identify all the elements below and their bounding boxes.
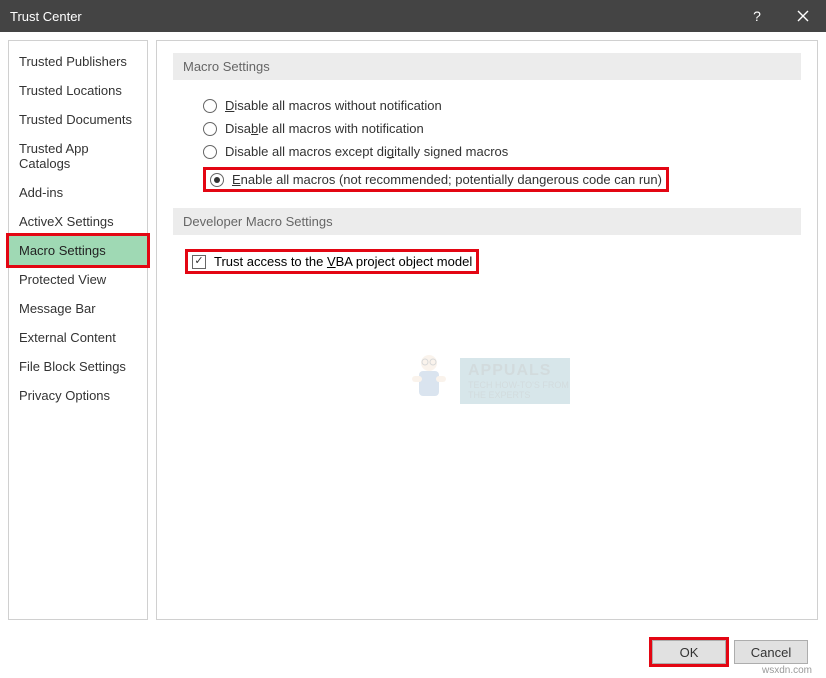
sidebar-item-activex-settings[interactable]: ActiveX Settings (9, 207, 147, 236)
content-pane: Macro Settings Disable all macros withou… (156, 40, 818, 620)
close-button[interactable] (780, 0, 826, 32)
sidebar-item-trusted-app-catalogs[interactable]: Trusted App Catalogs (9, 134, 147, 178)
sidebar-item-message-bar[interactable]: Message Bar (9, 294, 147, 323)
macro-option-label: Disable all macros except digitally sign… (225, 144, 508, 159)
help-button[interactable]: ? (734, 0, 780, 32)
sidebar: Trusted PublishersTrusted LocationsTrust… (8, 40, 148, 620)
sidebar-item-protected-view[interactable]: Protected View (9, 265, 147, 294)
macro-option-label: Disable all macros without notification (225, 98, 442, 113)
window-controls: ? (734, 0, 826, 32)
section-header-macro: Macro Settings (173, 53, 801, 80)
macro-option-0[interactable]: Disable all macros without notification (203, 94, 801, 117)
close-icon (797, 10, 809, 22)
sidebar-item-trusted-documents[interactable]: Trusted Documents (9, 105, 147, 134)
macro-option-label: Disable all macros with notification (225, 121, 424, 136)
macro-option-1[interactable]: Disable all macros with notification (203, 117, 801, 140)
window-title: Trust Center (10, 9, 734, 24)
ok-button[interactable]: OK (652, 640, 726, 664)
trust-vba-label: Trust access to the VBA project object m… (214, 254, 472, 269)
sidebar-item-file-block-settings[interactable]: File Block Settings (9, 352, 147, 381)
radio-icon[interactable] (203, 99, 217, 113)
dialog-body: Trusted PublishersTrusted LocationsTrust… (0, 32, 826, 628)
watermark-tagline: TECH HOW-TO'S FROM THE EXPERTS (468, 380, 570, 400)
trust-vba-highlight: ✓ Trust access to the VBA project object… (185, 249, 479, 274)
section-header-dev: Developer Macro Settings (173, 208, 801, 235)
macro-option-highlight: Enable all macros (not recommended; pote… (203, 167, 669, 192)
macro-option-label: Enable all macros (not recommended; pote… (232, 172, 662, 187)
radio-icon[interactable] (203, 122, 217, 136)
sidebar-item-external-content[interactable]: External Content (9, 323, 147, 352)
watermark-figure-icon (404, 351, 454, 411)
dialog-buttons: OK Cancel (652, 640, 808, 664)
watermark-logo: APPUALS TECH HOW-TO'S FROM THE EXPERTS (404, 351, 570, 411)
watermark-site: wsxdn.com (762, 665, 812, 676)
sidebar-item-privacy-options[interactable]: Privacy Options (9, 381, 147, 410)
macro-option-2[interactable]: Disable all macros except digitally sign… (203, 140, 801, 163)
radio-icon[interactable] (210, 173, 224, 187)
watermark-box: APPUALS TECH HOW-TO'S FROM THE EXPERTS (460, 358, 570, 404)
watermark-brand: APPUALS (468, 362, 570, 380)
radio-icon[interactable] (203, 145, 217, 159)
sidebar-item-add-ins[interactable]: Add-ins (9, 178, 147, 207)
sidebar-item-macro-settings[interactable]: Macro Settings (9, 236, 147, 265)
trust-vba-checkbox[interactable]: ✓ (192, 255, 206, 269)
titlebar: Trust Center ? (0, 0, 826, 32)
sidebar-item-trusted-publishers[interactable]: Trusted Publishers (9, 47, 147, 76)
macro-radio-group: Disable all macros without notification D… (173, 94, 801, 208)
sidebar-item-trusted-locations[interactable]: Trusted Locations (9, 76, 147, 105)
macro-option-3[interactable]: Enable all macros (not recommended; pote… (203, 163, 801, 196)
cancel-button[interactable]: Cancel (734, 640, 808, 664)
dev-checkbox-group: ✓ Trust access to the VBA project object… (173, 249, 801, 274)
